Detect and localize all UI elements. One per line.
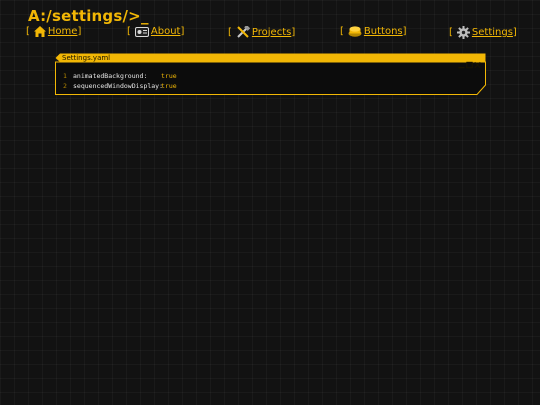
bracket-close: ]	[77, 26, 82, 37]
bracket-open: [	[26, 26, 30, 37]
page-title: A:/settings/>_	[28, 7, 149, 25]
bracket-open: [	[228, 26, 232, 38]
close-icon[interactable]	[474, 54, 481, 68]
window-controls	[458, 53, 481, 68]
nav-buttons[interactable]: [ Buttons ]	[340, 26, 407, 37]
home-icon	[33, 26, 46, 37]
code-editor: 1 animatedBackground: true 2 sequencedWi…	[63, 71, 177, 91]
bracket-close: ]	[291, 26, 296, 38]
nav-bar: [ Home ] [ About ] [ Projects ] [Button…	[0, 26, 540, 42]
setting-value[interactable]: true	[161, 81, 177, 91]
nav-about[interactable]: [ About ]	[127, 26, 184, 37]
button-icon	[348, 26, 362, 37]
code-line: 2 sequencedWindowDisplay: true	[63, 81, 177, 91]
nav-projects-label: Projects	[251, 26, 292, 38]
nav-home-label: Home	[47, 26, 78, 37]
bracket-close: ]	[402, 26, 407, 37]
line-number: 2	[63, 82, 67, 90]
nav-home[interactable]: [ Home ]	[26, 26, 81, 37]
tools-icon	[237, 26, 250, 38]
nav-settings-label: Settings	[471, 27, 513, 38]
gear-icon	[456, 26, 470, 39]
bracket-close: ]	[180, 26, 185, 37]
about-icon	[134, 26, 149, 37]
nav-projects[interactable]: [ Projects ]	[228, 26, 295, 38]
setting-key: sequencedWindowDisplay:	[73, 82, 164, 90]
nav-settings[interactable]: [ Settings ]	[449, 26, 517, 39]
setting-value[interactable]: true	[161, 71, 177, 81]
bracket-close: ]	[512, 27, 517, 38]
window-title: Settings.yaml	[62, 54, 111, 62]
code-line: 1 animatedBackground: true	[63, 71, 177, 81]
settings-window[interactable]: Settings.yaml 1 animatedBackground: true…	[55, 53, 486, 95]
bracket-open: [	[127, 26, 131, 37]
nav-about-label: About	[150, 26, 181, 37]
line-number: 1	[63, 72, 67, 80]
maximize-icon[interactable]	[466, 54, 473, 68]
bracket-open: [	[340, 26, 344, 37]
bracket-open: [	[449, 27, 453, 38]
nav-buttons-label: Buttons	[363, 26, 403, 37]
setting-key: animatedBackground:	[73, 72, 148, 80]
minimize-icon[interactable]	[458, 54, 465, 68]
